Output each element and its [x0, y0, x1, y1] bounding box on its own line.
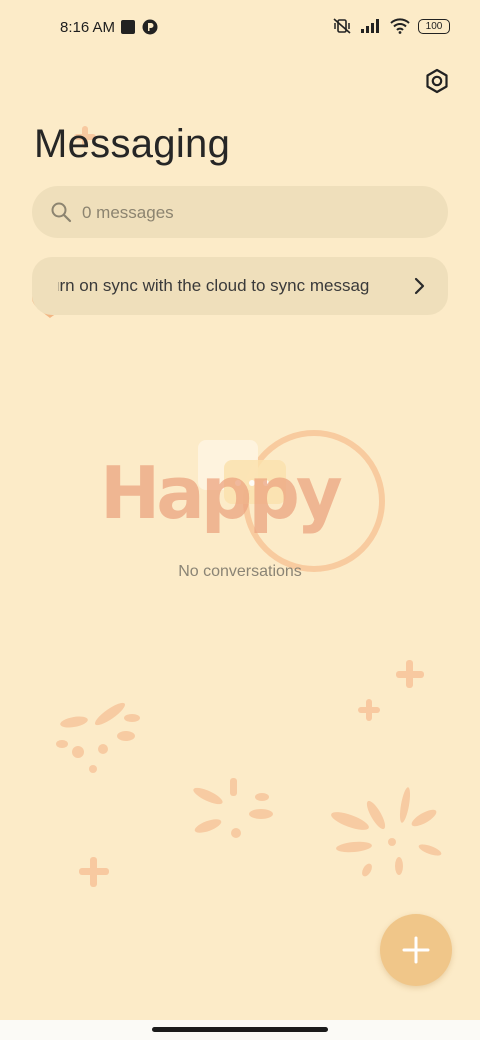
search-icon — [51, 202, 72, 223]
new-conversation-button[interactable] — [380, 914, 452, 986]
chevron-right-icon — [414, 277, 425, 295]
app-notification-icon — [142, 19, 158, 35]
wifi-icon — [390, 18, 410, 34]
search-bar[interactable]: 0 messages — [32, 186, 448, 238]
search-input[interactable]: 0 messages — [82, 203, 174, 223]
empty-state-label: No conversations — [178, 563, 302, 580]
status-time: 8:16 AM — [60, 19, 116, 36]
status-bar: 8:16 AM 100 — [0, 0, 480, 56]
sync-banner-text: urn on sync with the cloud to sync messa… — [58, 276, 370, 295]
settings-icon[interactable] — [420, 64, 454, 98]
happy-sticker: Happy — [100, 430, 385, 572]
plus-icon — [402, 936, 430, 964]
home-indicator[interactable] — [152, 1027, 328, 1032]
sync-banner[interactable]: urn on sync with the cloud to sync messa… — [32, 257, 448, 315]
stop-icon — [121, 20, 135, 34]
battery-icon: 100 — [418, 18, 450, 34]
page-title: Messaging — [34, 122, 231, 166]
happy-text: Happy — [100, 451, 342, 535]
mute-vibrate-icon — [333, 18, 351, 34]
battery-level: 100 — [425, 20, 443, 32]
signal-icon — [361, 19, 379, 33]
